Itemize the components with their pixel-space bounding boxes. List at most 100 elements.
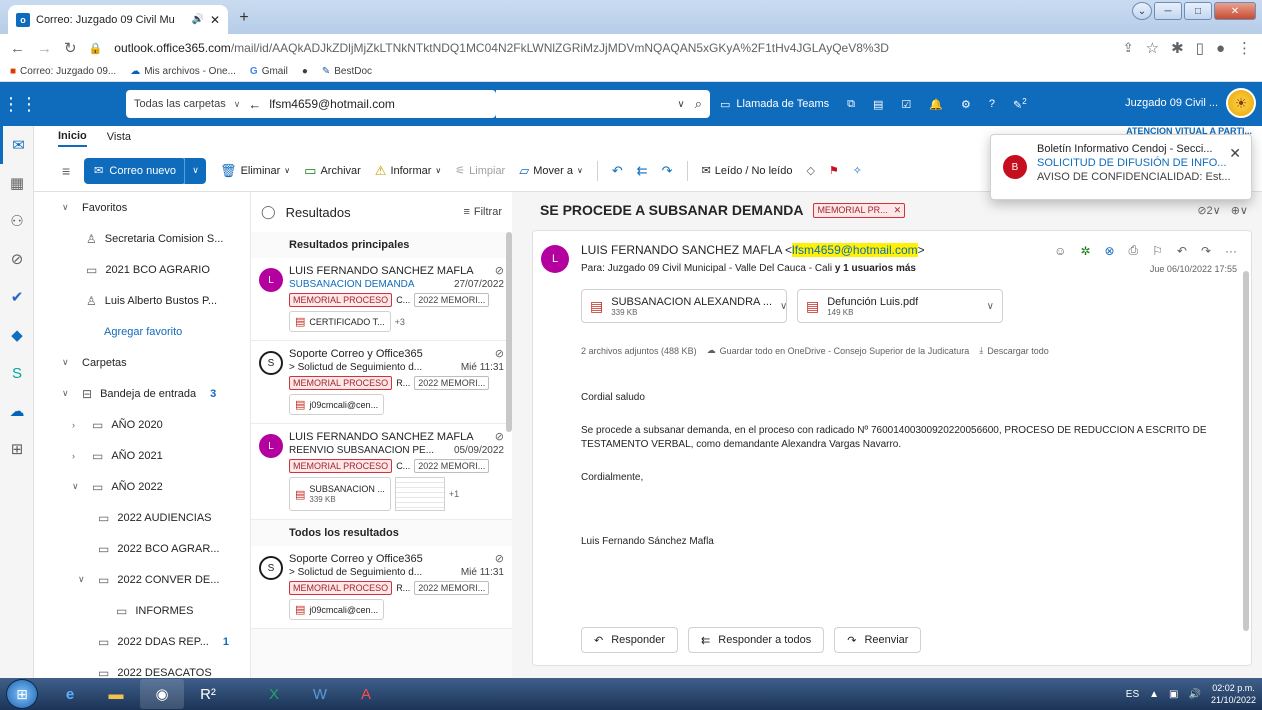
account-avatar[interactable]: ☀ xyxy=(1226,88,1256,118)
recipients-line[interactable]: Para: Juzgado 09 Civil Municipal - Valle… xyxy=(581,263,916,274)
gear-icon[interactable]: ⚙ xyxy=(961,98,971,111)
folders-header[interactable]: ∨ Carpetas xyxy=(34,347,250,378)
folder-item[interactable]: › ▭ AÑO 2020 xyxy=(34,409,250,440)
flag-icon[interactable]: ⚑ xyxy=(829,164,839,177)
category-tag[interactable]: 2022 MEMORI... xyxy=(414,376,490,390)
browser-tab[interactable]: o Correo: Juzgado 09 Civil Mu 🔊 ✕ xyxy=(8,5,228,34)
forward-icon[interactable]: → xyxy=(37,40,52,57)
favorites-header[interactable]: ∨ Favoritos xyxy=(34,192,250,223)
language-indicator[interactable]: ES xyxy=(1126,689,1139,700)
folder-item[interactable]: ▭ INFORMES xyxy=(34,595,250,626)
close-window-button[interactable]: ✕ xyxy=(1214,2,1256,20)
list-item[interactable]: S Soporte Correo y Office365 ⊘ > Solictud… xyxy=(251,341,512,424)
file-explorer-icon[interactable]: ▬ xyxy=(94,679,138,709)
category-tag[interactable]: MEMORIAL PROCESO xyxy=(289,459,393,473)
favorite-item[interactable]: ♙ Luis Alberto Bustos P... xyxy=(34,285,250,316)
volume-icon[interactable]: 🔊 xyxy=(1189,689,1201,700)
forward-button[interactable]: ↷ Reenviar xyxy=(834,627,922,653)
todo-icon[interactable]: ☑ xyxy=(901,98,911,111)
favorite-item[interactable]: ♙ Secretaria Comision S... xyxy=(34,223,250,254)
download-all-link[interactable]: ⤓ Descargar todo xyxy=(979,345,1049,356)
clock[interactable]: 02:02 p.m. 21/10/2022 xyxy=(1211,682,1256,706)
more-apps-icon[interactable]: ⊞ xyxy=(0,430,34,468)
reply-all-icon[interactable]: ⇇ xyxy=(637,163,648,179)
reply-button[interactable]: ↶ Responder xyxy=(581,627,679,653)
search-input[interactable]: lfsm4659@hotmail.com xyxy=(269,97,488,111)
print-icon[interactable]: ⎙ xyxy=(1129,243,1139,258)
meet-now-icon[interactable]: ⧉ xyxy=(847,98,855,111)
list-item[interactable]: L LUIS FERNANDO SANCHEZ MAFLA ⊘ SUBSANACI… xyxy=(251,258,512,341)
close-icon[interactable]: ✕ xyxy=(1229,145,1241,162)
bookmark-gmail[interactable]: G Gmail xyxy=(250,66,288,77)
category-tag[interactable]: 2022 MEMORI... xyxy=(414,293,490,307)
excel-icon[interactable]: X xyxy=(252,679,296,709)
attachment-icon[interactable]: ⊘ xyxy=(0,240,34,278)
select-all-checkbox[interactable]: ◯ xyxy=(261,204,276,220)
bookmark-github[interactable]: ● xyxy=(302,66,308,77)
forward-icon[interactable]: ↷ xyxy=(662,163,673,179)
image-thumbnail[interactable] xyxy=(394,477,445,511)
new-mail-button[interactable]: ✉ Correo nuevo xyxy=(84,157,187,184)
attachment-card[interactable]: ▤ SUBSANACION ALEXANDRA ... 339 KB ∨ xyxy=(581,289,787,323)
apps-icon[interactable]: ✲ xyxy=(1080,244,1090,258)
search-options-chevron-icon[interactable]: ∨ xyxy=(677,99,684,110)
attachment-chip[interactable]: ▤ j09cmcali@cen... xyxy=(289,394,385,415)
audio-icon[interactable]: 🔊 xyxy=(191,14,203,25)
folder-inbox[interactable]: ∨ ⊟ Bandeja de entrada 3 xyxy=(34,378,250,409)
network-icon[interactable]: ▣ xyxy=(1169,689,1178,700)
new-mail-dropdown[interactable]: ∨ xyxy=(184,157,207,184)
more-icon[interactable]: ··· xyxy=(1225,244,1237,258)
word-icon[interactable]: W xyxy=(298,679,342,709)
folder-item[interactable]: ▭ 2022 DDAS REP... 1 xyxy=(34,626,250,657)
flag-icon[interactable]: ⚐ xyxy=(1152,244,1163,258)
category-tag[interactable]: MEMORIAL PROCESO xyxy=(289,293,393,307)
help-icon[interactable]: ? xyxy=(989,98,995,110)
folder-item[interactable]: › ▭ AÑO 2021 xyxy=(34,440,250,471)
sweep-button[interactable]: ⚟ Limpiar xyxy=(455,164,505,178)
report-button[interactable]: ⚠ Informar ∨ xyxy=(375,163,441,179)
chrome-icon[interactable]: ◉ xyxy=(140,679,184,709)
chevron-down-icon[interactable]: ∨ xyxy=(780,301,787,312)
account-area[interactable]: Juzgado 09 Civil ... ☀ xyxy=(1125,88,1256,118)
todo-check-icon[interactable]: ✔ xyxy=(0,278,34,316)
search-bar[interactable]: Todas las carpetas ∨ ← lfsm4659@hotmail.… xyxy=(126,90,496,118)
search-scope-dropdown[interactable]: Todas las carpetas xyxy=(134,98,226,110)
ie-icon[interactable]: e xyxy=(48,679,92,709)
app-icon[interactable]: R² xyxy=(186,679,230,709)
attachment-chip[interactable]: ▤ CERTIFICADO T... xyxy=(289,311,391,332)
zoom-icon[interactable]: ⊕∨ xyxy=(1231,204,1248,217)
bookmark-outlook[interactable]: ■ Correo: Juzgado 09... xyxy=(10,66,116,77)
bookmark-bestdoc[interactable]: ✎ BestDoc xyxy=(322,66,372,77)
url-field[interactable]: outlook.office365.com/mail/id/AAQkADJkZD… xyxy=(114,41,1110,55)
attachment-chip[interactable]: ▤ SUBSANACION ... 339 KB xyxy=(289,477,391,511)
attachment-chip[interactable]: ▤ j09cmcali@cen... xyxy=(289,599,385,620)
tag-icon[interactable]: ◇ xyxy=(806,164,814,177)
profile-icon[interactable]: ● xyxy=(1216,40,1225,57)
folder-item[interactable]: ▭ 2022 AUDIENCIAS xyxy=(34,502,250,533)
feedback-icon[interactable]: ✎2 xyxy=(1013,97,1027,112)
list-item[interactable]: L LUIS FERNANDO SANCHEZ MAFLA ⊘ REENVIO S… xyxy=(251,424,512,520)
tray-arrow-icon[interactable]: ▲ xyxy=(1149,689,1159,700)
mail-icon[interactable]: ✉ xyxy=(0,126,34,164)
yammer-icon[interactable]: ◆ xyxy=(0,316,34,354)
add-favorite-link[interactable]: Agregar favorito xyxy=(34,316,250,347)
delete-button[interactable]: 🗑 Eliminar ∨ xyxy=(220,163,290,179)
side-panel-icon[interactable]: ▯ xyxy=(1196,39,1204,57)
tab-inicio[interactable]: Inicio xyxy=(58,130,87,147)
start-button[interactable]: ⊞ xyxy=(6,679,38,709)
onenote-icon[interactable]: ▤ xyxy=(873,98,883,111)
bookmark-onedrive[interactable]: ☁ Mis archivos - One... xyxy=(130,66,236,77)
pin-icon[interactable]: ✧ xyxy=(853,164,862,177)
reply-all-button[interactable]: ⇇ Responder a todos xyxy=(688,627,825,653)
save-all-onedrive-link[interactable]: ☁ Guardar todo en OneDrive - Consejo Supe… xyxy=(707,345,970,356)
tab-close-icon[interactable]: ✕ xyxy=(210,13,220,27)
back-icon[interactable]: ← xyxy=(10,40,25,57)
minimize-button[interactable]: ─ xyxy=(1154,2,1182,20)
skype-icon[interactable]: S xyxy=(0,354,34,392)
category-tag[interactable]: MEMORIAL PR... ✕ xyxy=(813,202,906,218)
folder-item[interactable]: ▭ 2022 DESACATOS xyxy=(34,657,250,679)
reading-scrollbar[interactable] xyxy=(1243,271,1249,631)
menu-icon[interactable]: ⋮ xyxy=(1237,39,1252,57)
move-to-button[interactable]: ▱ Mover a ∨ xyxy=(519,163,583,179)
share-icon[interactable]: ⇪ xyxy=(1123,40,1134,56)
